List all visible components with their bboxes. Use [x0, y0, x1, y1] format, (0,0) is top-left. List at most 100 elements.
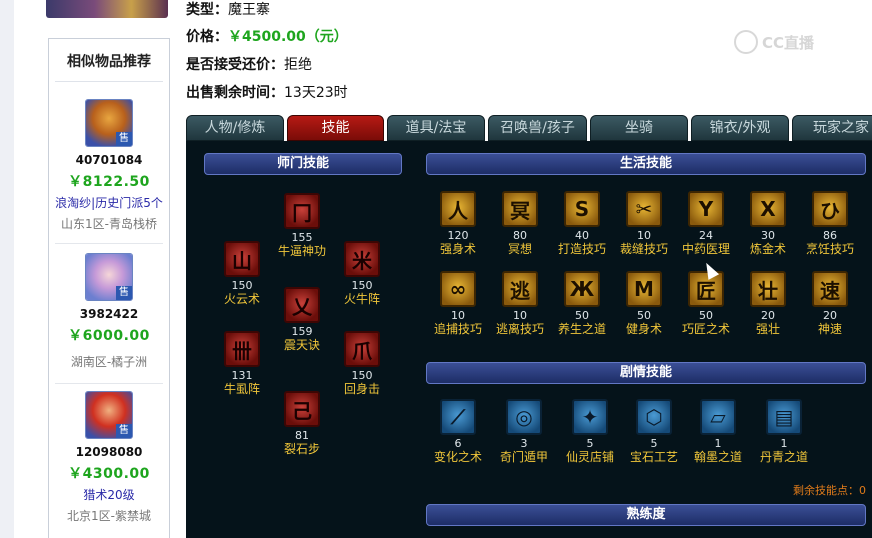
item-description[interactable]: 浪淘纱|历史门派5个 [49, 194, 169, 211]
item-id: 12098080 [75, 445, 143, 459]
fire-warrior-avatar-icon[interactable]: 售 [85, 391, 133, 439]
fairy-girl-avatar-icon[interactable]: 售 [85, 253, 133, 301]
tailoring-icon[interactable]: ✂ [626, 191, 662, 227]
skill-name: 打造技巧 [557, 242, 606, 256]
page-left-margin [0, 0, 14, 538]
tracking-icon[interactable]: ∞ [440, 271, 476, 307]
recommend-item[interactable]: 售 40701084 ￥8122.50 浪淘纱|历史门派5个 山东1区-青岛栈桥 [49, 99, 169, 232]
skill-name: 牛虱阵 [223, 382, 260, 396]
school-skill[interactable]: 爪 150 回身击 [332, 331, 392, 397]
life-skill[interactable]: 速 20 神速 [800, 271, 860, 337]
skill-name: 强壮 [755, 322, 780, 336]
skill-name: 养生之道 [557, 322, 606, 336]
school-skill[interactable]: 己 81 裂石步 [272, 391, 332, 457]
tab-pets[interactable]: 召唤兽/孩子 [488, 115, 587, 141]
life-skill[interactable]: Y 24 中药医理 [676, 191, 736, 257]
demon-king-avatar-icon[interactable]: 售 [85, 99, 133, 147]
school-skills-header: 师门技能 [204, 153, 402, 175]
niubi-shengong-icon[interactable]: 冂 [284, 193, 320, 229]
character-banner-image [46, 0, 168, 18]
skill-level: 81 [295, 429, 309, 442]
divider [55, 243, 163, 244]
transformation-icon[interactable]: ⟋ [440, 399, 476, 435]
fitness-icon[interactable]: M [626, 271, 662, 307]
school-skill[interactable]: 米 150 火牛阵 [332, 241, 392, 307]
life-skill[interactable]: 人 120 强身术 [428, 191, 488, 257]
story-skill[interactable]: ⟋ 6 变化之术 [428, 399, 488, 465]
skill-level: 155 [291, 231, 313, 244]
life-skill[interactable]: X 30 炼金术 [738, 191, 798, 257]
remaining-label: 出售剩余时间： [186, 85, 284, 101]
school-skill[interactable]: 冂 155 牛逼神功 [272, 193, 332, 259]
item-description[interactable]: 猎术20级 [49, 486, 169, 503]
skill-name: 健身术 [625, 322, 662, 336]
niushizhen-icon[interactable]: 卌 [224, 331, 260, 367]
life-skill[interactable]: M 50 健身术 [614, 271, 674, 337]
skill-level: 50 [699, 309, 713, 322]
cooking-icon[interactable]: ひ [812, 191, 848, 227]
gem-craft-icon[interactable]: ⬡ [636, 399, 672, 435]
life-skill[interactable]: Ж 50 养生之道 [552, 271, 612, 337]
life-skill[interactable]: 逃 10 逃离技巧 [490, 271, 550, 337]
story-skill[interactable]: ◎ 3 奇门遁甲 [494, 399, 554, 465]
life-skill[interactable]: S 40 打造技巧 [552, 191, 612, 257]
life-skill[interactable]: 壮 20 强壮 [738, 271, 798, 337]
item-server: 山东1区-青岛栈桥 [61, 217, 157, 231]
story-skill[interactable]: ⬡ 5 宝石工艺 [624, 399, 684, 465]
recommend-item[interactable]: 售 3982422 ￥6000.00 湖南区-橘子洲 [49, 253, 169, 370]
tab-player-home[interactable]: 玩家之家 [792, 115, 872, 141]
tab-character[interactable]: 人物/修炼 [186, 115, 284, 141]
skill-name: 强身术 [439, 242, 476, 256]
meditation-icon[interactable]: 冥 [502, 191, 538, 227]
watermark-logo-icon [734, 30, 758, 54]
sale-tag: 售 [116, 286, 132, 300]
school-skill[interactable]: 山 150 火云术 [212, 241, 272, 307]
huishenji-icon[interactable]: 爪 [344, 331, 380, 367]
story-skill[interactable]: ✦ 5 仙灵店铺 [560, 399, 620, 465]
alchemy-icon[interactable]: X [750, 191, 786, 227]
story-skill[interactable]: ▱ 1 翰墨之道 [688, 399, 748, 465]
painting-icon[interactable]: ▤ [766, 399, 802, 435]
qimen-dunjia-icon[interactable]: ◎ [506, 399, 542, 435]
life-skill[interactable]: ✂ 10 裁缝技巧 [614, 191, 674, 257]
item-price: ￥6000.00 [68, 328, 150, 344]
recommend-item[interactable]: 售 12098080 ￥4300.00 猎术20级 北京1区-紫禁城 [49, 391, 169, 524]
tab-mounts[interactable]: 坐骑 [590, 115, 688, 141]
detail-tabs: 人物/修炼 技能 道具/法宝 召唤兽/孩子 坐骑 锦衣/外观 玩家之家 [186, 115, 872, 141]
skill-level: 159 [291, 325, 313, 338]
tab-skills[interactable]: 技能 [287, 115, 384, 141]
life-skill[interactable]: ∞ 10 追捕技巧 [428, 271, 488, 337]
skill-level: 10 [513, 309, 527, 322]
item-price-row: 价格：￥4500.00（元） [186, 26, 348, 46]
skill-name: 牛逼神功 [277, 244, 326, 258]
skill-level: 24 [699, 229, 713, 242]
tab-items[interactable]: 道具/法宝 [387, 115, 485, 141]
story-skill[interactable]: ▤ 1 丹青之道 [754, 399, 814, 465]
item-server: 北京1区-紫禁城 [67, 509, 151, 523]
herbal-medicine-icon[interactable]: Y [688, 191, 724, 227]
zhentianjue-icon[interactable]: 乂 [284, 287, 320, 323]
story-skills-header: 剧情技能 [426, 362, 866, 384]
fairy-shop-icon[interactable]: ✦ [572, 399, 608, 435]
strength-icon[interactable]: 人 [440, 191, 476, 227]
life-skill[interactable]: ひ 86 烹饪技巧 [800, 191, 860, 257]
health-preservation-icon[interactable]: Ж [564, 271, 600, 307]
huoniuzhen-icon[interactable]: 米 [344, 241, 380, 277]
school-skill[interactable]: 卌 131 牛虱阵 [212, 331, 272, 397]
skill-level: 10 [637, 229, 651, 242]
forging-icon[interactable]: S [564, 191, 600, 227]
tab-outfits[interactable]: 锦衣/外观 [691, 115, 789, 141]
calligraphy-icon[interactable]: ▱ [700, 399, 736, 435]
skill-level: 1 [714, 437, 722, 450]
item-type-row: 类型：魔王寨 [186, 0, 270, 19]
skill-name: 丹青之道 [759, 450, 808, 464]
speed-icon[interactable]: 速 [812, 271, 848, 307]
escape-icon[interactable]: 逃 [502, 271, 538, 307]
skill-name: 变化之术 [433, 450, 482, 464]
huoyunshu-icon[interactable]: 山 [224, 241, 260, 277]
school-skill[interactable]: 乂 159 震天诀 [272, 287, 332, 353]
lieshibu-icon[interactable]: 己 [284, 391, 320, 427]
life-skill[interactable]: 冥 80 冥想 [490, 191, 550, 257]
life-skill[interactable]: 匠 50 巧匠之术 [676, 271, 736, 337]
strong-icon[interactable]: 壮 [750, 271, 786, 307]
